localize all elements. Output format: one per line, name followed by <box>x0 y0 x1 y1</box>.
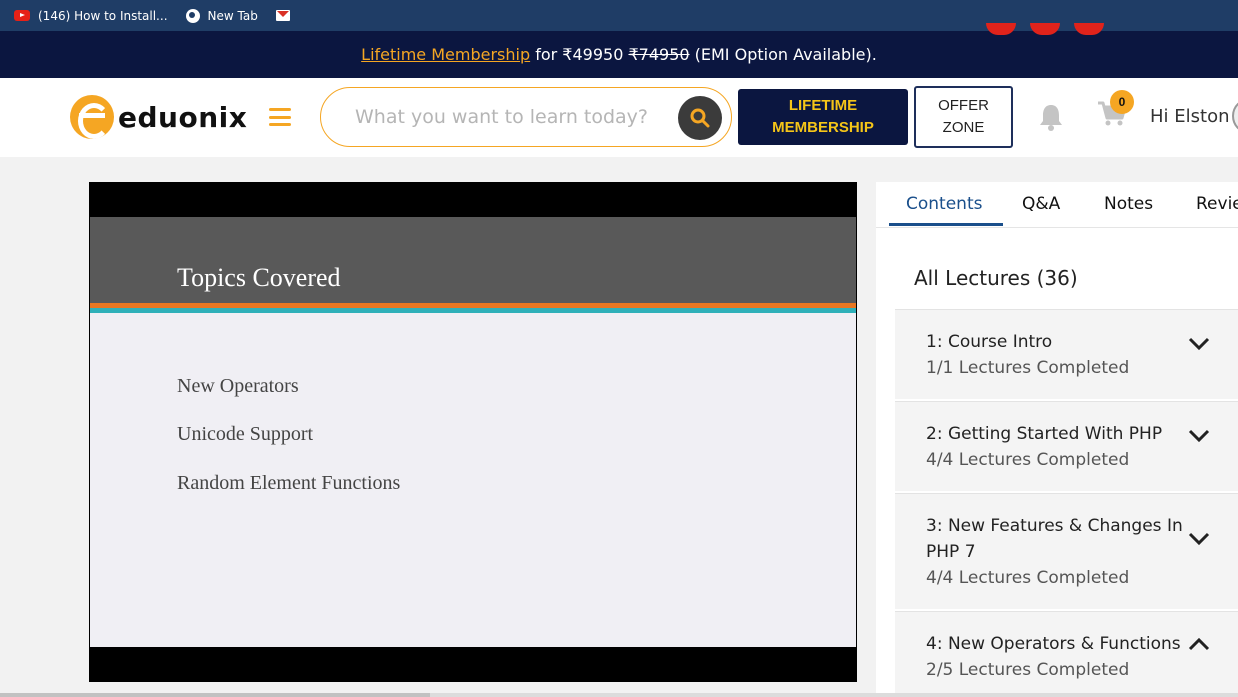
course-contents-panel: Contents Q&A Notes Reviews All Lectures … <box>876 182 1238 697</box>
section-title: 4: New Operators & Functions <box>926 634 1181 654</box>
promo-tail-text: (EMI Option Available). <box>689 45 877 64</box>
slide-bullet: Unicode Support <box>177 423 314 445</box>
menu-icon[interactable] <box>269 108 291 126</box>
chevron-down-icon[interactable] <box>1188 532 1210 546</box>
panel-tabs: Contents Q&A Notes Reviews <box>876 182 1238 228</box>
active-tab-indicator <box>889 223 1003 226</box>
section-title: 3: New Features & Changes In PHP 7 <box>926 516 1183 562</box>
horizontal-scrollbar-thumb[interactable] <box>0 693 430 697</box>
tab-contents[interactable]: Contents <box>906 194 982 214</box>
search-bar <box>320 87 732 147</box>
section-progress: 2/5 Lectures Completed <box>926 660 1130 680</box>
logo-e-icon <box>70 95 114 139</box>
tab-qa[interactable]: Q&A <box>1022 194 1060 214</box>
bookmark-label: (146) How to Install... <box>38 8 168 23</box>
all-lectures-heading: All Lectures (36) <box>914 266 1078 290</box>
eduonix-logo[interactable]: eduonix <box>70 95 247 139</box>
youtube-icon <box>14 10 30 21</box>
bookmark-new-tab[interactable]: New Tab <box>185 8 258 23</box>
section-title: 1: Course Intro <box>926 332 1053 352</box>
chevron-down-icon[interactable] <box>1188 429 1210 443</box>
lecture-section[interactable]: 2: Getting Started With PHP 4/4 Lectures… <box>895 401 1238 491</box>
user-greeting[interactable]: Hi Elston <box>1150 106 1230 127</box>
video-player[interactable]: Topics Covered New Operators Unicode Sup… <box>89 182 857 682</box>
slide-title: Topics Covered <box>177 263 341 292</box>
logo-text: eduonix <box>118 100 248 134</box>
tab-notes[interactable]: Notes <box>1104 194 1153 214</box>
promo-banner: Lifetime Membership for ₹49950 ₹74950 (E… <box>0 23 1238 78</box>
search-icon <box>690 108 710 128</box>
slide-header-band: Topics Covered <box>90 217 856 303</box>
offer-zone-button[interactable]: OFFER ZONE <box>914 86 1013 148</box>
search-input[interactable] <box>355 102 675 132</box>
decorative-dots <box>986 23 1104 35</box>
lecture-section[interactable]: 3: New Features & Changes In PHP 7 4/4 L… <box>895 493 1238 609</box>
promo-price: ₹49950 <box>562 45 624 64</box>
avatar[interactable] <box>1232 98 1238 134</box>
section-title: 2: Getting Started With PHP <box>926 424 1163 444</box>
bookmark-label: New Tab <box>207 8 258 23</box>
lecture-section[interactable]: 1: Course Intro 1/1 Lectures Completed <box>895 309 1238 399</box>
lecture-section[interactable]: 4: New Operators & Functions 2/5 Lecture… <box>895 611 1238 697</box>
chevron-up-icon[interactable] <box>1188 637 1210 651</box>
slide-bullet: Random Element Functions <box>177 472 401 494</box>
section-progress: 1/1 Lectures Completed <box>926 358 1130 378</box>
section-progress: 4/4 Lectures Completed <box>926 568 1130 588</box>
promo-for-text: for <box>530 45 563 64</box>
gmail-icon <box>275 10 290 21</box>
video-slide: Topics Covered New Operators Unicode Sup… <box>90 217 856 647</box>
bookmark-gmail[interactable] <box>275 10 290 21</box>
lifetime-membership-link[interactable]: Lifetime Membership <box>361 45 530 64</box>
search-button[interactable] <box>678 96 722 140</box>
promo-old-price: ₹74950 <box>628 45 690 64</box>
globe-icon <box>185 8 200 23</box>
section-progress: 4/4 Lectures Completed <box>926 450 1130 470</box>
slide-divider-teal <box>90 308 856 313</box>
chevron-down-icon[interactable] <box>1188 337 1210 351</box>
slide-bullet: New Operators <box>177 375 299 397</box>
cart-count-badge: 0 <box>1110 90 1134 114</box>
lifetime-membership-button[interactable]: LIFETIME MEMBERSHIP <box>738 89 908 145</box>
bell-icon[interactable] <box>1038 103 1064 136</box>
bookmark-youtube[interactable]: (146) How to Install... <box>14 9 168 23</box>
tab-reviews[interactable]: Reviews <box>1196 194 1238 214</box>
site-header: eduonix LIFETIME MEMBERSHIP OFFER ZONE 0… <box>0 78 1238 157</box>
